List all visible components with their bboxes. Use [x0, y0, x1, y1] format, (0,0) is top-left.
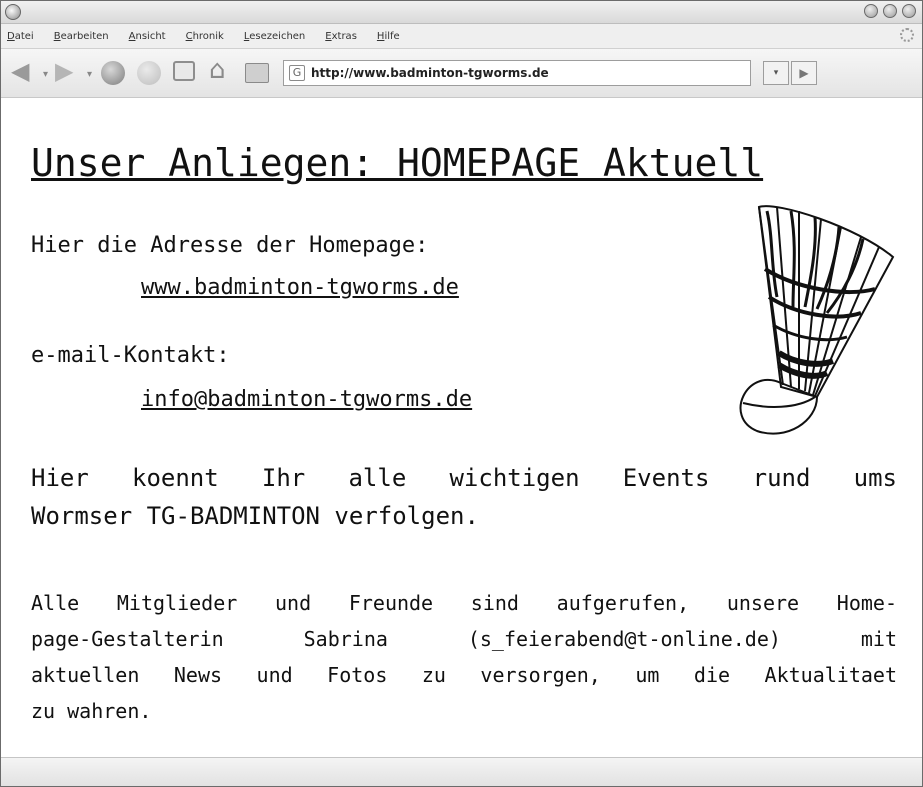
menu-ansicht[interactable]: Ansicht — [129, 31, 166, 42]
email-link[interactable]: info@badminton-tgworms.de — [141, 387, 472, 412]
go-arrow-icon[interactable]: ▶ — [791, 61, 817, 85]
members-line-2: page-Gestalterin Sabrina (s_feierabend@t… — [31, 627, 897, 651]
throbber-icon — [900, 28, 914, 42]
email-label: e-mail-Kontakt: — [31, 343, 230, 368]
close-button[interactable] — [902, 4, 916, 18]
menu-datei[interactable]: Datei — [7, 31, 34, 42]
members-line-1: Alle Mitglieder und Freunde sind aufgeru… — [31, 591, 897, 615]
maximize-button[interactable] — [883, 4, 897, 18]
minimize-button[interactable] — [864, 4, 878, 18]
title-bar — [1, 1, 922, 24]
forward-dropdown-icon[interactable]: ▾ — [87, 69, 92, 80]
menu-bearbeiten[interactable]: Bearbeiten — [54, 31, 109, 42]
back-arrow-icon[interactable]: ◀ — [11, 57, 29, 85]
members-paragraph: Alle Mitglieder und Freunde sind aufgeru… — [31, 585, 897, 729]
url-dropdown-icon[interactable]: ▾ — [763, 61, 789, 85]
page-title: Unser Anliegen: HOMEPAGE Aktuell — [31, 141, 764, 185]
homepage-link[interactable]: www.badminton-tgworms.de — [141, 275, 459, 300]
menu-hilfe[interactable]: Hilfe — [377, 31, 400, 42]
status-bar — [1, 757, 922, 786]
navigation-toolbar: ◀ ▾ ▶ ▾ ⌂ G http://www.badminton-tgworms… — [1, 49, 922, 98]
home-icon[interactable]: ⌂ — [209, 55, 226, 85]
menu-bar: Datei Bearbeiten Ansicht Chronik Lesezei… — [1, 24, 922, 49]
events-paragraph-line1: Hier koennt Ihr alle wichtigen Events ru… — [31, 464, 897, 492]
forward-arrow-icon[interactable]: ▶ — [55, 57, 73, 85]
new-tab-icon[interactable] — [173, 61, 195, 81]
stop-icon[interactable] — [137, 61, 161, 85]
events-paragraph-line2: Wormser TG-BADMINTON verfolgen. — [31, 502, 479, 530]
browser-window: Datei Bearbeiten Ansicht Chronik Lesezei… — [0, 0, 923, 787]
reload-icon[interactable] — [101, 61, 125, 85]
back-dropdown-icon[interactable]: ▾ — [43, 69, 48, 80]
menu-lesezeichen[interactable]: Lesezeichen — [244, 31, 305, 42]
app-icon — [5, 4, 21, 20]
url-input[interactable]: http://www.badminton-tgworms.de — [311, 66, 549, 80]
members-line-4: zu wahren. — [31, 699, 152, 723]
address-label: Hier die Adresse der Homepage: — [31, 233, 429, 258]
print-icon[interactable] — [245, 63, 269, 83]
menu-chronik[interactable]: Chronik — [186, 31, 224, 42]
site-favicon-icon: G — [289, 65, 305, 81]
address-bar[interactable]: G http://www.badminton-tgworms.de — [283, 60, 751, 86]
page-content: Unser Anliegen: HOMEPAGE Aktuell Hier di… — [1, 97, 922, 757]
menu-extras[interactable]: Extras — [325, 31, 357, 42]
members-line-3: aktuellen News und Fotos zu versorgen, u… — [31, 663, 897, 687]
shuttlecock-icon — [739, 205, 895, 435]
window-controls — [864, 4, 916, 18]
